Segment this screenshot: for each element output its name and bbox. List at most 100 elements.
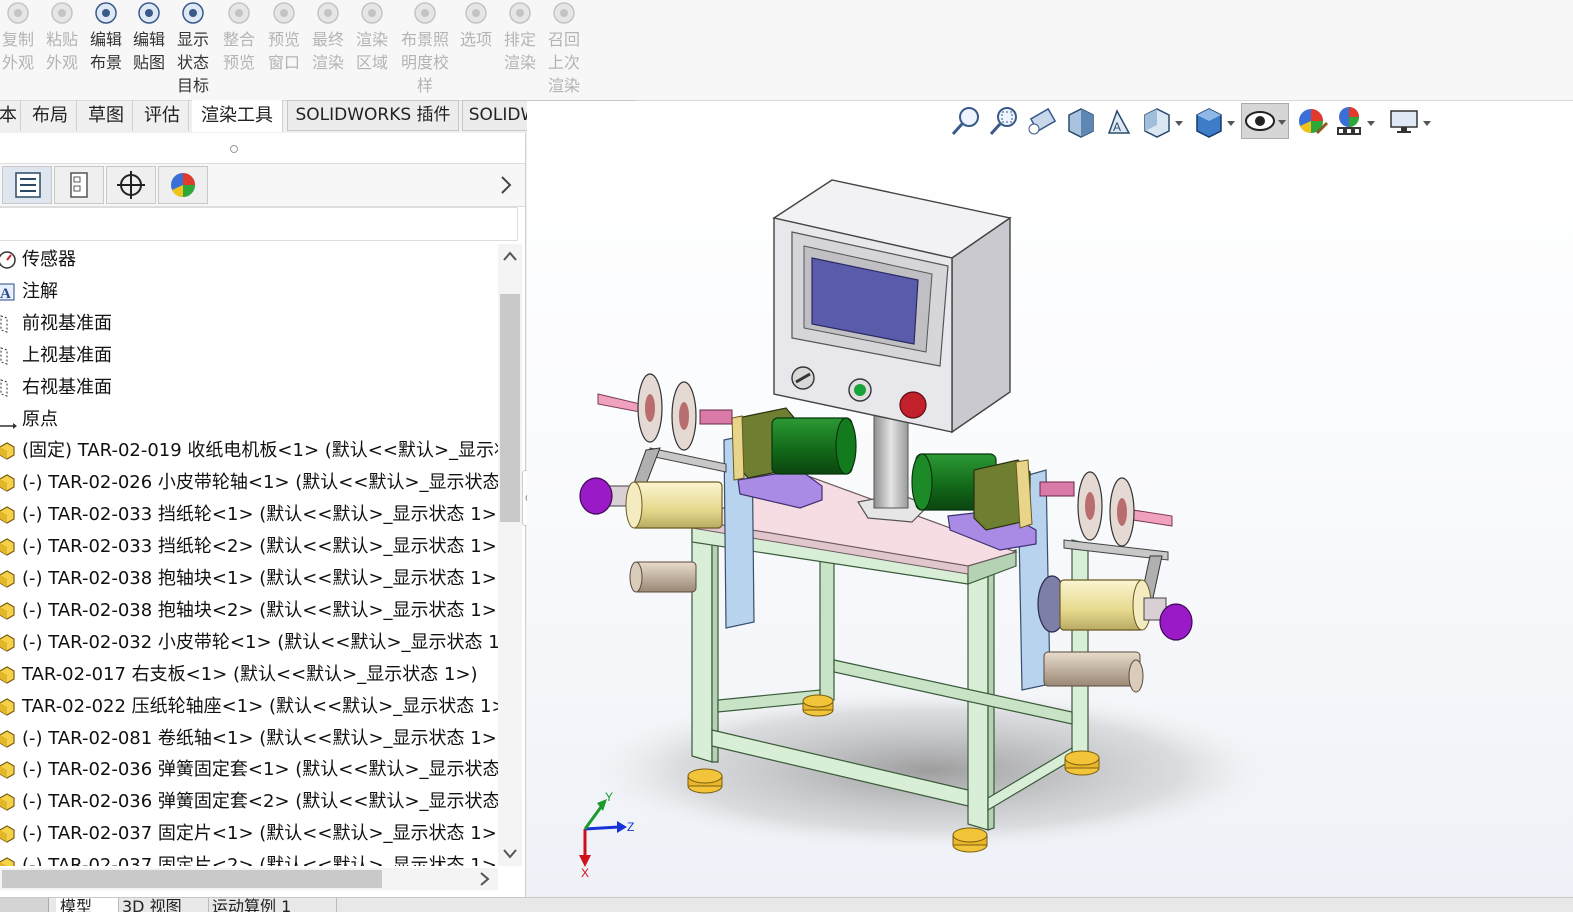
bottom-tab-2[interactable]: 运动算例 1: [208, 898, 337, 912]
edit-appearance-icon[interactable]: [1295, 103, 1329, 139]
zoom-to-area-icon[interactable]: [987, 103, 1021, 139]
tree-item-label: (-) TAR-02-036 弹簧固定套<1> (默认<<默认>_显示状态 1: [22, 759, 498, 781]
tree-item[interactable]: (-) TAR-02-032 小皮带轮<1> (默认<<默认>_显示状态 1>): [0, 627, 498, 659]
ribbon-button-label: 整合 预览: [222, 30, 255, 72]
ribbon-button-9[interactable]: 布景照 明度校 样: [398, 0, 452, 97]
tree-item[interactable]: 原点: [0, 404, 498, 436]
tree-item[interactable]: (-) TAR-02-037 固定片<2> (默认<<默认>_显示状态 1>): [0, 850, 498, 866]
ribbon-button-11[interactable]: 排定 渲染: [502, 0, 538, 74]
graphics-viewport[interactable]: X Z Y: [527, 101, 1573, 897]
emergency-stop-icon: [899, 391, 927, 419]
ribbon-button-0[interactable]: 复制 外观: [0, 0, 36, 74]
tree-item[interactable]: TAR-02-022 压纸轮轴座<1> (默认<<默认>_显示状态 1>): [0, 691, 498, 723]
ribbon-button-8[interactable]: 渲染 区域: [354, 0, 390, 74]
apply-scene-icon[interactable]: [1333, 103, 1379, 139]
scroll-down-icon[interactable]: [503, 848, 517, 860]
annotation-icon: A: [0, 282, 17, 302]
display-state-target-icon: [175, 0, 211, 28]
zoom-to-fit-icon[interactable]: [949, 103, 983, 139]
tree-item[interactable]: 右视基准面: [0, 372, 498, 404]
tree-item[interactable]: 上视基准面: [0, 340, 498, 372]
tab-4[interactable]: 渲染工具: [192, 100, 283, 132]
tree-item[interactable]: (-) TAR-02-036 弹簧固定套<2> (默认<<默认>_显示状态 1: [0, 786, 498, 818]
tree-vertical-scroll-thumb[interactable]: [500, 294, 520, 522]
ribbon-button-12[interactable]: 召回 上次 渲染: [546, 0, 582, 97]
ribbon-button-label: 预览 窗口: [267, 30, 300, 72]
tree-item[interactable]: TAR-02-017 右支板<1> (默认<<默认>_显示状态 1>): [0, 659, 498, 691]
ribbon-button-7[interactable]: 最终 渲染: [310, 0, 346, 74]
tree-item[interactable]: (-) TAR-02-033 挡纸轮<2> (默认<<默认>_显示状态 1>): [0, 531, 498, 563]
edit-decal-icon: [131, 0, 167, 28]
tree-item[interactable]: (-) TAR-02-081 卷纸轴<1> (默认<<默认>_显示状态 1>): [0, 723, 498, 755]
hide-show-items-icon[interactable]: [1241, 103, 1289, 139]
panel-tabs: [0, 163, 525, 207]
paste-appearance-icon: [44, 0, 80, 28]
tree-item-label: (-) TAR-02-033 挡纸轮<1> (默认<<默认>_显示状态 1>): [22, 504, 498, 526]
scroll-up-icon[interactable]: [503, 250, 517, 262]
ribbon-button-4[interactable]: 显示 状态 目标: [175, 0, 211, 97]
part-icon: [0, 505, 17, 525]
property-manager-tab[interactable]: [54, 166, 104, 204]
bottom-tab-0[interactable]: 模型: [56, 898, 119, 912]
panel-expand-chevron-icon[interactable]: [494, 172, 518, 198]
scroll-right-icon[interactable]: [478, 872, 490, 886]
tree-item-label: (-) TAR-02-032 小皮带轮<1> (默认<<默认>_显示状态 1>): [22, 631, 498, 653]
ribbon-button-label: 显示 状态 目标: [176, 30, 209, 95]
ribbon-button-label: 布景照 明度校 样: [400, 30, 449, 95]
tree-item[interactable]: (-) TAR-02-036 弹簧固定套<1> (默认<<默认>_显示状态 1: [0, 754, 498, 786]
ribbon-button-10[interactable]: 选项: [458, 0, 494, 51]
tree-item[interactable]: (-) TAR-02-026 小皮带轮轴<1> (默认<<默认>_显示状态 1: [0, 467, 498, 499]
render-region-icon: [354, 0, 390, 28]
tree-horizontal-scroll-thumb[interactable]: [2, 870, 382, 888]
bottom-tab-1[interactable]: 3D 视图: [118, 898, 209, 912]
crosshair-icon: [117, 171, 145, 199]
machine-3d-model[interactable]: [527, 101, 1573, 897]
tree-item[interactable]: A 注解: [0, 276, 498, 308]
tab-0[interactable]: 本: [0, 100, 21, 131]
schedule-render-icon: [502, 0, 538, 28]
ribbon-button-6[interactable]: 预览 窗口: [266, 0, 302, 74]
dynamic-annotation-views-icon[interactable]: A: [1101, 103, 1135, 139]
display-style-icon[interactable]: [1191, 103, 1235, 139]
part-icon: [0, 569, 17, 589]
tree-item[interactable]: (-) TAR-02-037 固定片<1> (默认<<默认>_显示状态 1>): [0, 818, 498, 850]
tree-item-label: (-) TAR-02-037 固定片<1> (默认<<默认>_显示状态 1>): [22, 823, 498, 845]
scene-illumination-proof-icon: [398, 0, 452, 28]
tree-item[interactable]: (-) TAR-02-038 抱轴块<2> (默认<<默认>_显示状态 1>): [0, 595, 498, 627]
ribbon-button-5[interactable]: 整合 预览: [221, 0, 257, 74]
previous-view-icon[interactable]: [1025, 103, 1059, 139]
feature-manager-tab[interactable]: [2, 166, 52, 204]
ribbon-button-label: 粘贴 外观: [45, 30, 78, 72]
floor-shadow: [570, 685, 1290, 855]
configuration-manager-tab[interactable]: [106, 166, 156, 204]
tree-horizontal-scrollbar[interactable]: [0, 868, 498, 890]
ribbon-button-1[interactable]: 粘贴 外观: [44, 0, 80, 74]
panel-resize-grip[interactable]: [230, 145, 238, 153]
options-icon: [458, 0, 494, 28]
integrated-preview-icon: [221, 0, 257, 28]
view-orientation-icon[interactable]: [1139, 103, 1183, 139]
tree-item[interactable]: 传感器: [0, 244, 498, 276]
right-winding-assembly: [1037, 471, 1193, 693]
ribbon-button-2[interactable]: 编辑 布景: [88, 0, 124, 74]
part-icon: [0, 824, 17, 844]
part-icon: [0, 601, 17, 621]
ribbon-button-3[interactable]: 编辑 贴图: [131, 0, 167, 74]
view-settings-icon[interactable]: [1387, 103, 1437, 139]
section-view-icon[interactable]: [1063, 103, 1097, 139]
tree-item[interactable]: (-) TAR-02-038 抱轴块<1> (默认<<默认>_显示状态 1>): [0, 563, 498, 595]
tree-vertical-scrollbar[interactable]: [498, 244, 522, 866]
tab-scroll-arrows[interactable]: [0, 898, 49, 912]
triad-z-label: Z: [627, 820, 634, 834]
tree-item[interactable]: (-) TAR-02-033 挡纸轮<1> (默认<<默认>_显示状态 1>): [0, 499, 498, 531]
display-manager-tab[interactable]: [158, 166, 208, 204]
tree-item-label: (-) TAR-02-081 卷纸轴<1> (默认<<默认>_显示状态 1>): [22, 727, 498, 749]
tree-filter-bar[interactable]: [0, 207, 518, 241]
tab-3[interactable]: 评估: [136, 100, 189, 131]
tab-2[interactable]: 草图: [80, 100, 133, 131]
tab-1[interactable]: 布局: [24, 100, 77, 131]
svg-text:A: A: [0, 286, 11, 302]
tree-item[interactable]: (固定) TAR-02-019 收纸电机板<1> (默认<<默认>_显示状态: [0, 435, 498, 467]
tree-item[interactable]: 前视基准面: [0, 308, 498, 340]
tab-5[interactable]: SOLIDWORKS 插件: [287, 100, 459, 131]
